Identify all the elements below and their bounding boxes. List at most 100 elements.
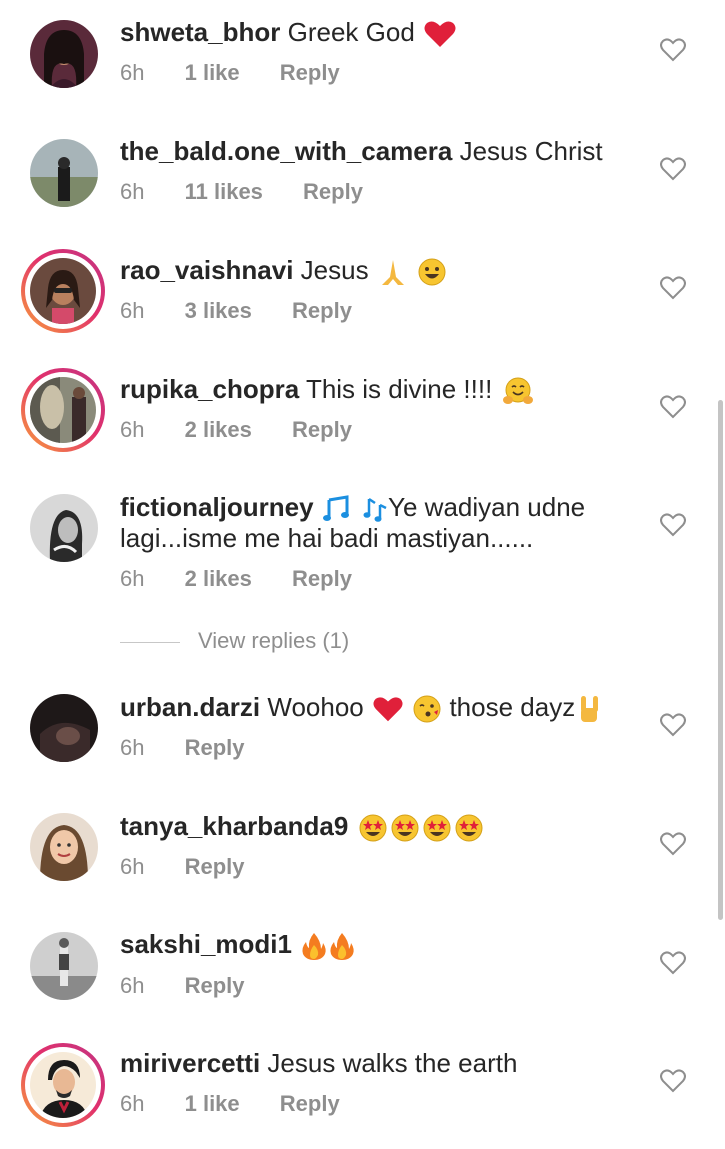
red-heart-icon [424,21,456,48]
like-heart-icon[interactable] [660,1068,686,1094]
likes-count[interactable]: 1 like [185,60,240,85]
view-replies-label: View replies (1) [198,628,350,653]
star-struck-emoji-icon [359,814,387,842]
comment-text: This is divine !!!! [305,374,493,404]
comment-username[interactable]: sakshi_modi1 [120,929,292,959]
comment-body: shweta_bhor Greek God [120,17,640,48]
star-struck-emoji-icon [455,814,483,842]
comment-username[interactable]: shweta_bhor [120,17,280,47]
avatar-image [30,813,98,881]
like-heart-icon[interactable] [660,512,686,538]
like-heart-icon[interactable] [660,394,686,420]
comment-username[interactable]: fictionaljourney [120,492,314,522]
like-heart-icon[interactable] [660,37,686,63]
comment-username[interactable]: tanya_kharbanda9 [120,811,348,841]
comment-meta: 6h 1 like Reply [120,1091,374,1117]
avatar[interactable] [30,494,98,562]
avatar-story-ring[interactable] [21,1043,105,1127]
reply-button[interactable]: Reply [292,566,352,591]
scrollbar[interactable] [718,400,723,920]
comment-meta: 6h 1 like Reply [120,60,374,86]
pray-emoji-icon [381,260,404,286]
likes-count[interactable]: 2 likes [185,417,252,442]
like-heart-icon[interactable] [660,156,686,182]
view-replies-button[interactable]: View replies (1) [120,628,349,654]
comment-time: 6h [120,60,145,85]
comment-meta: 6h 3 likes Reply [120,298,386,324]
like-heart-icon[interactable] [660,831,686,857]
comment-meta: 6h 11 likes Reply [120,179,397,205]
comment-body: mirivercetti Jesus walks the earth [120,1048,640,1079]
comment-time: 6h [120,179,145,204]
comment-body: urban.darzi Woohoo those dayz [120,692,640,724]
hug-emoji-icon [502,377,533,405]
avatar[interactable] [30,813,98,881]
comment-body: the_bald.one_with_camera Jesus Christ [120,136,640,167]
avatar[interactable] [30,932,98,1000]
likes-count[interactable]: 1 like [185,1091,240,1116]
comment-meta: 6h Reply [120,973,279,999]
comment-text-line2: lagi...isme me hai badi mastiyan...... [120,523,534,554]
comment-username[interactable]: rupika_chopra [120,374,299,404]
comment-text: Jesus Christ [459,136,603,166]
comment-meta: 6h 2 likes Reply [120,566,386,592]
avatar-image [30,932,98,1000]
reply-button[interactable]: Reply [185,735,245,760]
comment-time: 6h [120,1091,145,1116]
likes-count[interactable]: 2 likes [185,566,252,591]
comment-meta: 6h Reply [120,735,279,761]
comment-meta: 6h Reply [120,854,279,880]
reply-button[interactable]: Reply [280,1091,340,1116]
comment-text: Ye wadiyan udne [388,492,586,522]
avatar[interactable] [30,139,98,207]
fire-emoji-icon [302,933,326,961]
avatar-image [30,694,98,762]
reply-button[interactable]: Reply [292,298,352,323]
comment-username[interactable]: rao_vaishnavi [120,255,293,285]
avatar-image [30,494,98,562]
reply-button[interactable]: Reply [280,60,340,85]
avatar-image [30,1052,96,1118]
reply-button[interactable]: Reply [185,854,245,879]
reply-button[interactable]: Reply [185,973,245,998]
fire-emoji-icon [330,933,354,961]
avatar[interactable] [30,20,98,88]
comment-body: tanya_kharbanda9 [120,811,640,843]
like-heart-icon[interactable] [660,275,686,301]
comment-body: fictionaljourney Ye wadiyan udne lagi...… [120,492,640,554]
comment-body: rao_vaishnavi Jesus [120,255,640,287]
comment-text: Jesus [300,255,369,285]
like-heart-icon[interactable] [660,950,686,976]
avatar[interactable] [30,694,98,762]
comment-time: 6h [120,566,145,591]
avatar-image [30,258,96,324]
avatar-image [30,139,98,207]
comment-text: Woohoo [267,692,364,722]
avatar-image [30,377,96,443]
comment-text: Greek God [287,17,415,47]
likes-count[interactable]: 11 likes [185,179,263,204]
comment-username[interactable]: mirivercetti [120,1048,260,1078]
comment-time: 6h [120,973,145,998]
grin-emoji-icon [418,258,446,286]
red-heart-icon [373,697,403,722]
kiss-emoji-icon [413,695,441,723]
comment-username[interactable]: urban.darzi [120,692,260,722]
likes-count[interactable]: 3 likes [185,298,252,323]
avatar-story-ring[interactable] [21,249,105,333]
star-struck-emoji-icon [391,814,419,842]
rock-hand-icon [581,696,599,723]
like-heart-icon[interactable] [660,712,686,738]
star-struck-emoji-icon [423,814,451,842]
comment-text-after: those dayz [449,692,576,722]
divider-line [120,641,180,643]
comment-text: Jesus walks the earth [267,1048,518,1078]
comment-username[interactable]: the_bald.one_with_camera [120,136,452,166]
reply-button[interactable]: Reply [292,417,352,442]
comment-time: 6h [120,298,145,323]
comment-time: 6h [120,735,145,760]
comment-time: 6h [120,417,145,442]
comment-body: sakshi_modi1 [120,929,640,961]
avatar-story-ring[interactable] [21,368,105,452]
reply-button[interactable]: Reply [303,179,363,204]
